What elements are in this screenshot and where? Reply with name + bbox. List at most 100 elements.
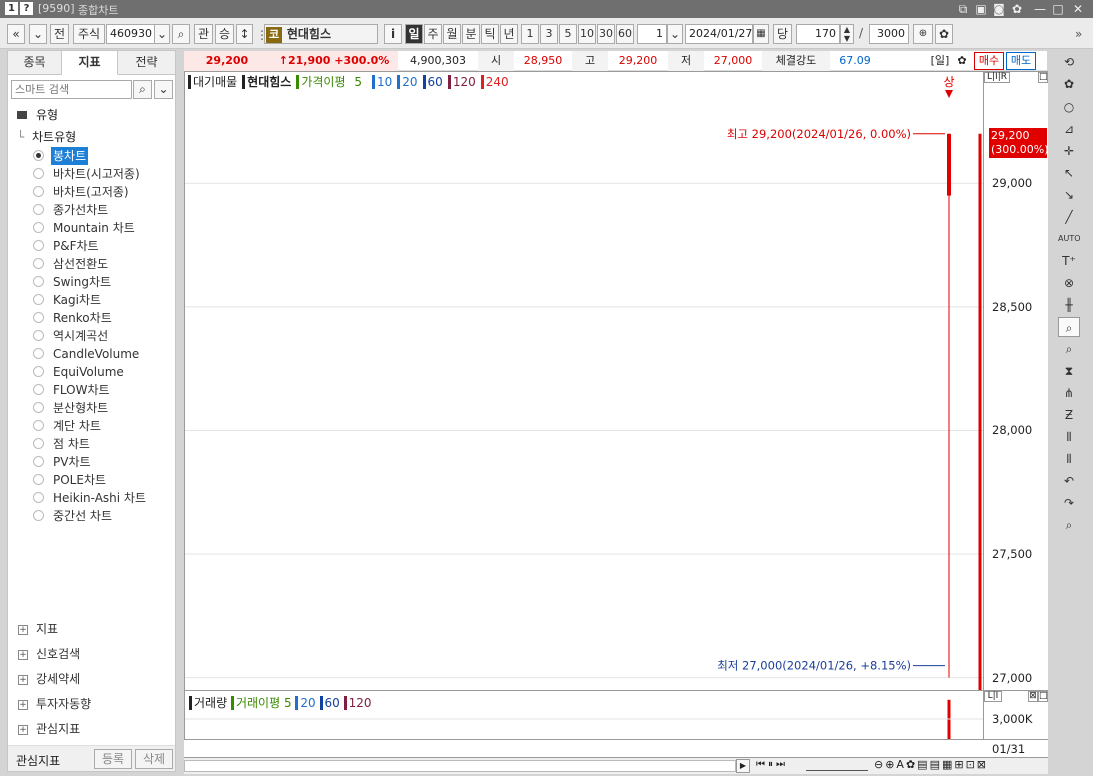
expand-icon[interactable]: + [18, 725, 28, 735]
lir-control[interactable]: L|I|R [984, 72, 1010, 83]
volume-chart[interactable]: 거래량 거래이평 5 20 60 120 [184, 691, 984, 740]
chart-type-item[interactable]: Heikin-Ashi 차트 [8, 489, 175, 507]
tab-period-2[interactable]: 월 [443, 24, 461, 44]
tab-period-5[interactable]: 년 [500, 24, 518, 44]
chart-tool-icon[interactable]: ⊿ [1058, 119, 1080, 139]
settings-icon[interactable]: ✿ [1009, 1, 1025, 17]
info-icon[interactable]: i [384, 24, 402, 44]
tab-period-0[interactable]: 일 [405, 24, 423, 44]
chart-type-item[interactable]: 분산형차트 [8, 399, 175, 417]
tab-period-4[interactable]: 틱 [481, 24, 499, 44]
expand-icon[interactable]: + [18, 650, 28, 660]
maximize-pane-icon[interactable]: □ [1038, 691, 1048, 702]
undo-icon[interactable]: ↶ [1058, 471, 1080, 491]
radio-icon[interactable] [33, 150, 44, 161]
radio-icon[interactable] [33, 438, 44, 449]
crosshair-icon[interactable]: ✛ [1058, 141, 1080, 161]
radio-icon[interactable] [33, 330, 44, 341]
chart-type-item[interactable]: FLOW차트 [8, 381, 175, 399]
radio-icon[interactable] [33, 312, 44, 323]
total-input[interactable]: 3000 [869, 24, 909, 44]
volume-axis[interactable]: L|I ⊠ □ 3,000K [984, 691, 1048, 740]
section-item[interactable]: + 투자자동향 [8, 692, 175, 717]
vertical-lines-icon[interactable]: ⦀ [1058, 427, 1080, 447]
interval-button-3[interactable]: 3 [540, 24, 558, 44]
radio-icon[interactable] [33, 240, 44, 251]
help-badge[interactable]: ? [20, 2, 33, 15]
count-input[interactable]: 170 [796, 24, 840, 44]
chart-type-item[interactable]: 계단 차트 [8, 417, 175, 435]
expand-icon[interactable]: + [18, 625, 28, 635]
zoom-slider[interactable] [806, 761, 868, 771]
count-spinner[interactable]: ▲ ▼ [840, 24, 854, 44]
chart-type-item[interactable]: 바차트(시고저종) [8, 165, 175, 183]
maximize-pane-icon[interactable]: □ [1038, 72, 1048, 83]
window-number-badge[interactable]: 1 [5, 2, 18, 15]
line-point-icon[interactable]: ↘ [1058, 185, 1080, 205]
stock-name-box[interactable]: 코 현대힘스 [264, 24, 378, 44]
prev-stock-button[interactable]: « [7, 24, 25, 44]
radio-icon[interactable] [33, 186, 44, 197]
delete-button[interactable]: 삭제 [135, 749, 173, 769]
search-icon[interactable]: ⌕ [133, 80, 152, 99]
tree-root[interactable]: 유형 [8, 106, 175, 124]
chevron-down-icon[interactable]: ⌄ [154, 80, 173, 99]
radio-icon[interactable] [33, 474, 44, 485]
circle-icon[interactable]: ○ [1058, 97, 1080, 117]
watch-button[interactable]: 관 [194, 24, 213, 44]
radio-icon[interactable] [33, 222, 44, 233]
calendar-icon[interactable]: ▦ [753, 24, 769, 44]
radio-icon[interactable] [33, 204, 44, 215]
radio-icon[interactable] [33, 366, 44, 377]
radio-icon[interactable] [33, 258, 44, 269]
interval-button-5[interactable]: 5 [559, 24, 577, 44]
tab-strategy[interactable]: 전략 [118, 51, 175, 75]
zoom-controls[interactable]: ⊖⊕A✿▤▤▦⊞⊡⊠ [874, 758, 988, 771]
price-chart[interactable]: 최고 29,200(2024/01/26, 0.00%) 최저 27,000(20… [184, 71, 984, 691]
camera-icon[interactable]: ◙ [991, 1, 1007, 17]
section-item[interactable]: + 지표 [8, 617, 175, 642]
expand-icon[interactable]: + [18, 700, 28, 710]
chart-type-item[interactable]: 역시계곡선 [8, 327, 175, 345]
chart-type-item[interactable]: 봉차트 [8, 147, 175, 165]
zoom-tool-icon[interactable]: ⌕ [1058, 317, 1080, 337]
zoom-in-icon[interactable]: ⊕ [913, 24, 933, 44]
horizontal-scrollbar[interactable] [184, 760, 736, 772]
maximize-icon[interactable]: □ [1050, 1, 1066, 17]
fibonacci-icon[interactable]: ⋔ [1058, 383, 1080, 403]
playback-controls[interactable]: ⏮⏸⏭ [756, 759, 788, 770]
chart-type-item[interactable]: PV차트 [8, 453, 175, 471]
chart-type-item[interactable]: 바차트(고저종) [8, 183, 175, 201]
tab-indicators[interactable]: 지표 [62, 51, 118, 75]
tab-period-3[interactable]: 분 [462, 24, 480, 44]
section-item[interactable]: + 강세약세 [8, 667, 175, 692]
stock-code-input[interactable]: 460930 [106, 24, 158, 44]
section-item[interactable]: + 관심지표 [8, 717, 175, 742]
interval-button-10[interactable]: 10 [578, 24, 596, 44]
updown-spinner[interactable]: ↕ [236, 24, 253, 44]
auto-line-icon[interactable]: AUTO [1058, 229, 1081, 249]
gear-icon[interactable]: ✿ [954, 51, 970, 71]
gear-icon[interactable]: ✿ [1058, 74, 1080, 94]
tab-stocks[interactable]: 종목 [8, 51, 62, 75]
expand-icon[interactable]: » [1075, 27, 1082, 41]
pane-close-icon[interactable]: ⊠ [1028, 691, 1038, 702]
section-item[interactable]: + 신호검색 [8, 642, 175, 667]
market-select[interactable]: 주식 [73, 24, 105, 44]
close-icon[interactable]: ✕ [1070, 1, 1086, 17]
smart-search-input[interactable] [11, 80, 132, 99]
tab-period-1[interactable]: 주 [424, 24, 442, 44]
chart-type-item[interactable]: Renko차트 [8, 309, 175, 327]
date-input[interactable]: 2024/01/27 [685, 24, 753, 44]
radio-icon[interactable] [33, 384, 44, 395]
radio-icon[interactable] [33, 276, 44, 287]
candle-icon[interactable]: ╫ [1058, 295, 1080, 315]
price-axis[interactable]: L|I|R □ 29,000 28,500 28,000 27,500 27,000 2… [984, 71, 1049, 691]
chart-type-item[interactable]: EquiVolume [8, 363, 175, 381]
register-button[interactable]: 등록 [94, 749, 132, 769]
pointer-icon[interactable]: ↖ [1058, 163, 1080, 183]
radio-icon[interactable] [33, 510, 44, 521]
zigzag-icon[interactable]: Ƶ [1058, 405, 1080, 425]
radio-icon[interactable] [33, 402, 44, 413]
rise-button[interactable]: 승 [215, 24, 234, 44]
